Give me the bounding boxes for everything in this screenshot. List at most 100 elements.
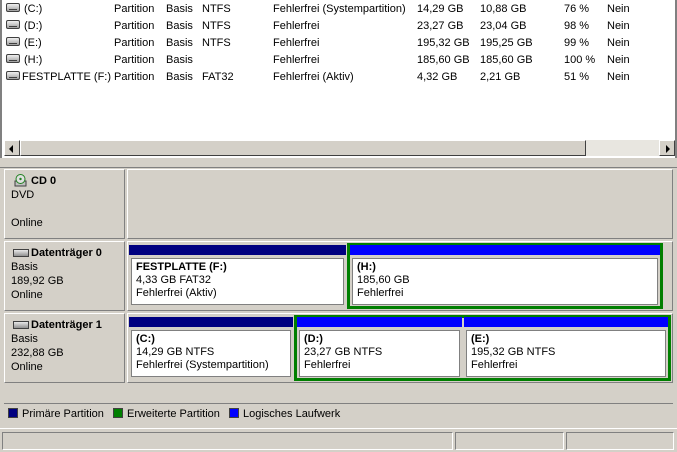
partition-f[interactable]: FESTPLATTE (F:) 4,33 GB FAT32 Fehlerfrei… [129,245,346,307]
partition-name: FESTPLATTE (F:) [136,261,227,273]
disk-size: 232,88 GB [11,347,64,359]
disk-type: Basis [11,333,38,345]
status-bar [0,428,677,452]
volume-row-f[interactable]: FESTPLATTE (F:) Partition Basis FAT32 Fe… [2,69,662,86]
partition-size: 4,33 GB FAT32 [136,274,212,286]
pane-splitter[interactable] [0,158,677,168]
scroll-right-button[interactable] [659,140,675,156]
volume-type: Basis [166,71,193,83]
disk-label-cd0[interactable]: CD 0 DVD Online [4,169,125,239]
partition-type-bar [350,245,660,255]
partition-size: 23,27 GB NTFS [304,346,383,358]
hard-disk-icon [13,321,29,329]
cd-drive-icon [14,174,27,187]
volume-free-space: 10,88 GB [480,3,527,15]
partition-name: (H:) [357,261,376,273]
partition-d[interactable]: (D:) 23,27 GB NTFS Fehlerfrei [297,317,462,379]
volume-icon [6,37,20,46]
volume-name: (C:) [24,3,43,15]
volume-filesystem: NTFS [202,20,231,32]
status-pane-2 [455,432,564,450]
partition-type-bar [464,317,668,327]
volume-type: Basis [166,37,193,49]
volume-layout: Partition [114,3,155,15]
volume-list: (C:) Partition Basis NTFS Fehlerfrei (Sy… [0,0,677,158]
volume-status: Fehlerfrei [273,20,320,32]
volume-free-space: 185,60 GB [480,54,533,66]
volume-free-percent: 100 % [564,54,596,66]
status-pane-3 [566,432,674,450]
legend-extended: Erweiterte Partition [112,408,220,420]
volume-filesystem: NTFS [202,37,231,49]
volume-name: (H:) [24,54,43,66]
volume-free-space: 195,25 GB [480,37,533,49]
partition-status: Fehlerfrei (Systempartition) [136,359,269,371]
partition-e[interactable]: (E:) 195,32 GB NTFS Fehlerfrei [464,317,668,379]
partition-type-bar [129,317,293,327]
volume-capacity: 4,32 GB [417,71,458,83]
disk-title: Datenträger 1 [31,319,102,331]
disk-state: Online [11,217,43,229]
partition-type-bar [129,245,346,255]
volume-icon [6,3,20,12]
volume-row-h[interactable]: (H:) Partition Basis Fehlerfrei 185,60 G… [2,52,662,69]
partition-name: (C:) [136,333,155,345]
disk-row-disk0: Datenträger 0 Basis 189,92 GB Online FES… [4,241,673,311]
volume-fault-tolerance: Nein [607,37,630,49]
disk-title: CD 0 [31,175,57,187]
volume-row-c[interactable]: (C:) Partition Basis NTFS Fehlerfrei (Sy… [2,1,662,18]
volume-free-percent: 99 % [564,37,590,49]
volume-layout: Partition [114,37,155,49]
volume-free-percent: 76 % [564,3,590,15]
volume-free-space: 23,04 GB [480,20,527,32]
scroll-thumb[interactable] [20,140,586,156]
partition-type-bar [297,317,462,327]
volume-layout: Partition [114,20,155,32]
disk-label-disk1[interactable]: Datenträger 1 Basis 232,88 GB Online [4,313,125,383]
volume-icon [6,71,20,80]
legend-swatch-primary [8,408,18,418]
volume-layout: Partition [114,54,155,66]
volume-capacity: 185,60 GB [417,54,470,66]
volume-free-percent: 51 % [564,71,590,83]
partition-size: 185,60 GB [357,274,410,286]
legend-primary: Primäre Partition [8,408,104,420]
volume-fault-tolerance: Nein [607,3,630,15]
partition-name: (E:) [471,333,490,345]
volume-status: Fehlerfrei [273,54,320,66]
volume-free-space: 2,21 GB [480,71,521,83]
partition-name: (D:) [304,333,323,345]
disk-area-disk0: FESTPLATTE (F:) 4,33 GB FAT32 Fehlerfrei… [127,241,673,311]
volume-icon [6,54,20,63]
disk-area-disk1: (C:) 14,29 GB NTFS Fehlerfrei (Systempar… [127,313,673,383]
scroll-left-button[interactable] [4,140,20,156]
legend-swatch-extended [112,408,123,418]
partition-status: Fehlerfrei (Aktiv) [136,287,217,299]
disk-label-disk0[interactable]: Datenträger 0 Basis 189,92 GB Online [4,241,125,311]
disk-type: DVD [11,189,35,201]
disk-view: CD 0 DVD Online Datenträger 0 Basis 189,… [4,169,673,402]
partition-h[interactable]: (H:) 185,60 GB Fehlerfrei [350,245,660,307]
disk-size: 189,92 GB [11,275,64,287]
disk-row-cd0: CD 0 DVD Online [4,169,673,239]
volume-name: FESTPLATTE (F:) [22,71,112,83]
volume-capacity: 14,29 GB [417,3,464,15]
partition-size: 14,29 GB NTFS [136,346,215,358]
legend-logical: Logisches Laufwerk [228,408,340,420]
volume-name: (E:) [24,37,42,49]
partition-c[interactable]: (C:) 14,29 GB NTFS Fehlerfrei (Systempar… [129,317,293,379]
volume-filesystem: NTFS [202,3,231,15]
horizontal-scrollbar[interactable] [4,140,675,156]
disk-state: Online [11,289,43,301]
status-pane-main [2,432,453,450]
hard-disk-icon [13,249,29,257]
volume-row-e[interactable]: (E:) Partition Basis NTFS Fehlerfrei 195… [2,35,662,52]
disk-row-disk1: Datenträger 1 Basis 232,88 GB Online (C:… [4,313,673,383]
partition-status: Fehlerfrei [471,359,518,371]
volume-name: (D:) [24,20,43,32]
volume-type: Basis [166,54,193,66]
disk-state: Online [11,361,43,373]
volume-capacity: 23,27 GB [417,20,464,32]
volume-layout: Partition [114,71,155,83]
volume-row-d[interactable]: (D:) Partition Basis NTFS Fehlerfrei 23,… [2,18,662,35]
